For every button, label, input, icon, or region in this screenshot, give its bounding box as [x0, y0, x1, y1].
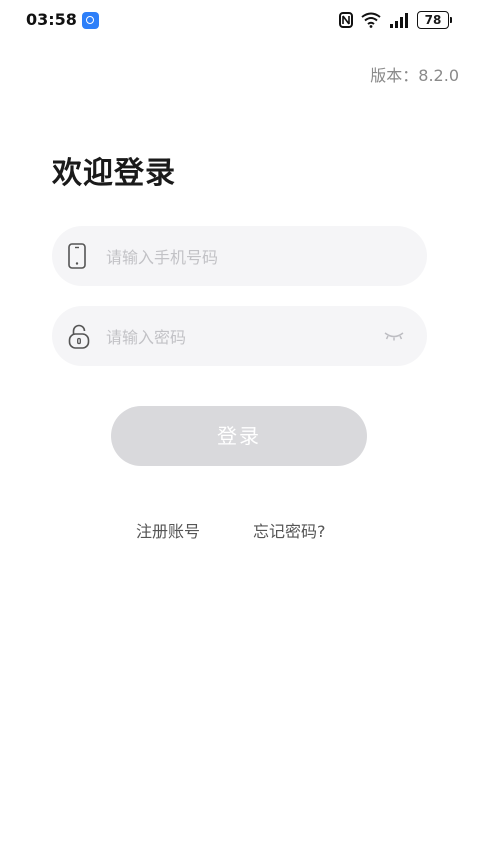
- status-bar: 03:58 78: [0, 0, 478, 44]
- battery-tip: [450, 17, 452, 23]
- nfc-icon: [339, 12, 353, 28]
- eye-closed-icon[interactable]: [383, 330, 405, 342]
- phone-field[interactable]: [52, 226, 427, 288]
- password-field[interactable]: [52, 306, 427, 368]
- register-link[interactable]: 注册账号: [136, 518, 200, 542]
- app-notification-icon: [82, 12, 99, 29]
- phone-input[interactable]: [104, 226, 408, 288]
- wifi-icon: [361, 12, 381, 28]
- password-input[interactable]: [104, 306, 408, 368]
- status-time: 03:58: [26, 10, 77, 29]
- status-icons: 78: [339, 11, 452, 29]
- phone-icon: [68, 243, 86, 269]
- battery-icon: 78: [417, 11, 452, 29]
- forgot-password-link[interactable]: 忘记密码?: [253, 518, 326, 542]
- version-label: 版本：8.2.0: [370, 66, 459, 85]
- lock-icon: [68, 324, 90, 349]
- page-title: 欢迎登录: [52, 156, 176, 191]
- signal-icon: [390, 13, 408, 28]
- battery-level: 78: [417, 11, 449, 29]
- login-button[interactable]: 登录: [111, 406, 367, 466]
